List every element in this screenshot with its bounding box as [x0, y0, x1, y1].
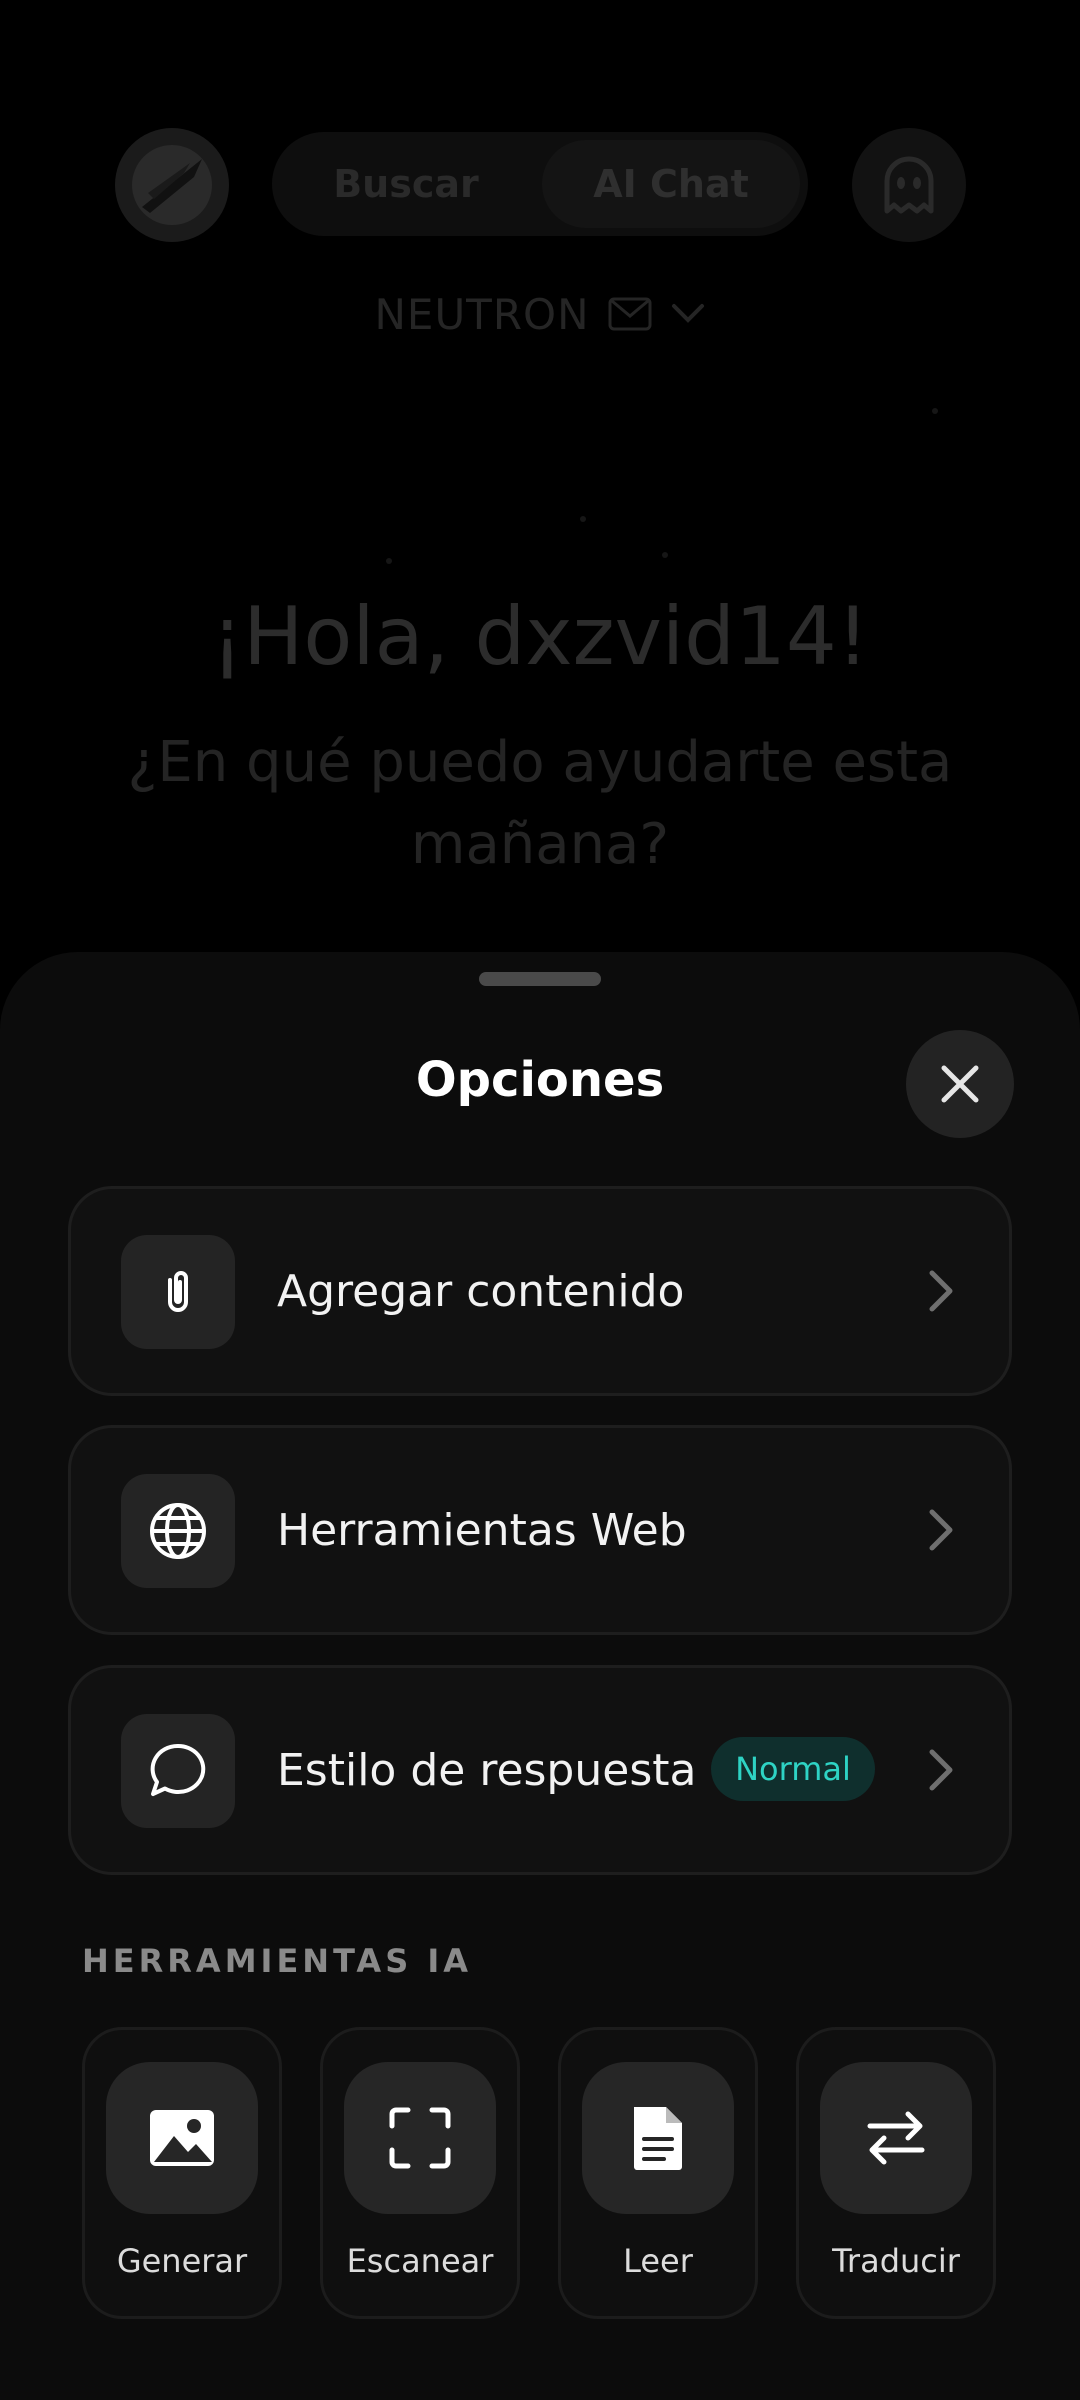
tab-ai-chat[interactable]: AI Chat — [542, 140, 800, 228]
section-label-ai-tools: HERRAMIENTAS IA — [82, 1942, 473, 1980]
close-icon — [941, 1065, 979, 1103]
option-estilo-de-respuesta[interactable]: Estilo de respuesta Normal — [68, 1665, 1012, 1875]
tool-traducir[interactable]: Traducir — [796, 2027, 996, 2319]
decorative-dot — [580, 516, 586, 522]
ghost-icon — [884, 156, 934, 214]
drag-handle[interactable] — [479, 972, 601, 986]
swap-arrows-icon — [867, 2111, 925, 2165]
option-label: Herramientas Web — [277, 1504, 687, 1556]
tool-icon-box — [106, 2062, 258, 2214]
mail-icon — [608, 297, 651, 331]
chevron-right-icon — [911, 1261, 971, 1321]
greeting-text: ¡Hola, dxzvid14! — [211, 590, 869, 683]
mode-switcher: Buscar AI Chat — [272, 132, 808, 236]
ghost-mode-button[interactable] — [852, 128, 966, 242]
chevron-right-icon — [911, 1500, 971, 1560]
document-icon — [634, 2107, 682, 2170]
option-label: Agregar contenido — [277, 1265, 685, 1317]
workspace-name: NEUTRON — [374, 289, 590, 339]
chevron-down-icon — [671, 304, 704, 323]
chevron-right-icon — [911, 1740, 971, 1800]
paperclip-icon — [168, 1271, 188, 1312]
logo-icon — [132, 145, 212, 225]
status-badge: Normal — [711, 1737, 875, 1801]
decorative-dot — [386, 558, 392, 564]
tool-icon-box — [582, 2062, 734, 2214]
option-label: Estilo de respuesta — [277, 1744, 697, 1796]
option-icon-box — [121, 1235, 235, 1349]
decorative-dot — [662, 552, 668, 558]
tab-buscar[interactable]: Buscar — [286, 140, 526, 228]
globe-icon — [150, 1503, 206, 1559]
scan-icon — [389, 2107, 451, 2169]
tool-label: Leer — [623, 2242, 693, 2280]
tool-label: Generar — [116, 2242, 248, 2280]
tool-icon-box — [344, 2062, 496, 2214]
option-icon-box — [121, 1714, 235, 1828]
close-button[interactable] — [906, 1030, 1014, 1138]
option-agregar-contenido[interactable]: Agregar contenido — [68, 1186, 1012, 1396]
options-sheet: Opciones Agregar contenido Herramientas … — [0, 952, 1080, 2400]
chat-bubble-icon — [150, 1743, 206, 1796]
decorative-dot — [932, 408, 938, 414]
tool-leer[interactable]: Leer — [558, 2027, 758, 2319]
workspace-selector[interactable]: NEUTRON — [0, 282, 1080, 346]
tool-generar[interactable]: Generar — [82, 2027, 282, 2319]
question-text: ¿En qué puedo ayudarte esta mañana? — [127, 730, 953, 877]
tool-escanear[interactable]: Escanear — [320, 2027, 520, 2319]
option-herramientas-web[interactable]: Herramientas Web — [68, 1425, 1012, 1635]
image-icon — [150, 2110, 214, 2166]
background-screen: Buscar AI Chat NEUTRON ¡Hola, dxzvid14! … — [0, 0, 1080, 960]
tool-icon-box — [820, 2062, 972, 2214]
tool-label: Traducir — [832, 2242, 960, 2280]
tool-label: Escanear — [346, 2242, 494, 2280]
option-icon-box — [121, 1474, 235, 1588]
app-logo[interactable] — [115, 128, 229, 242]
